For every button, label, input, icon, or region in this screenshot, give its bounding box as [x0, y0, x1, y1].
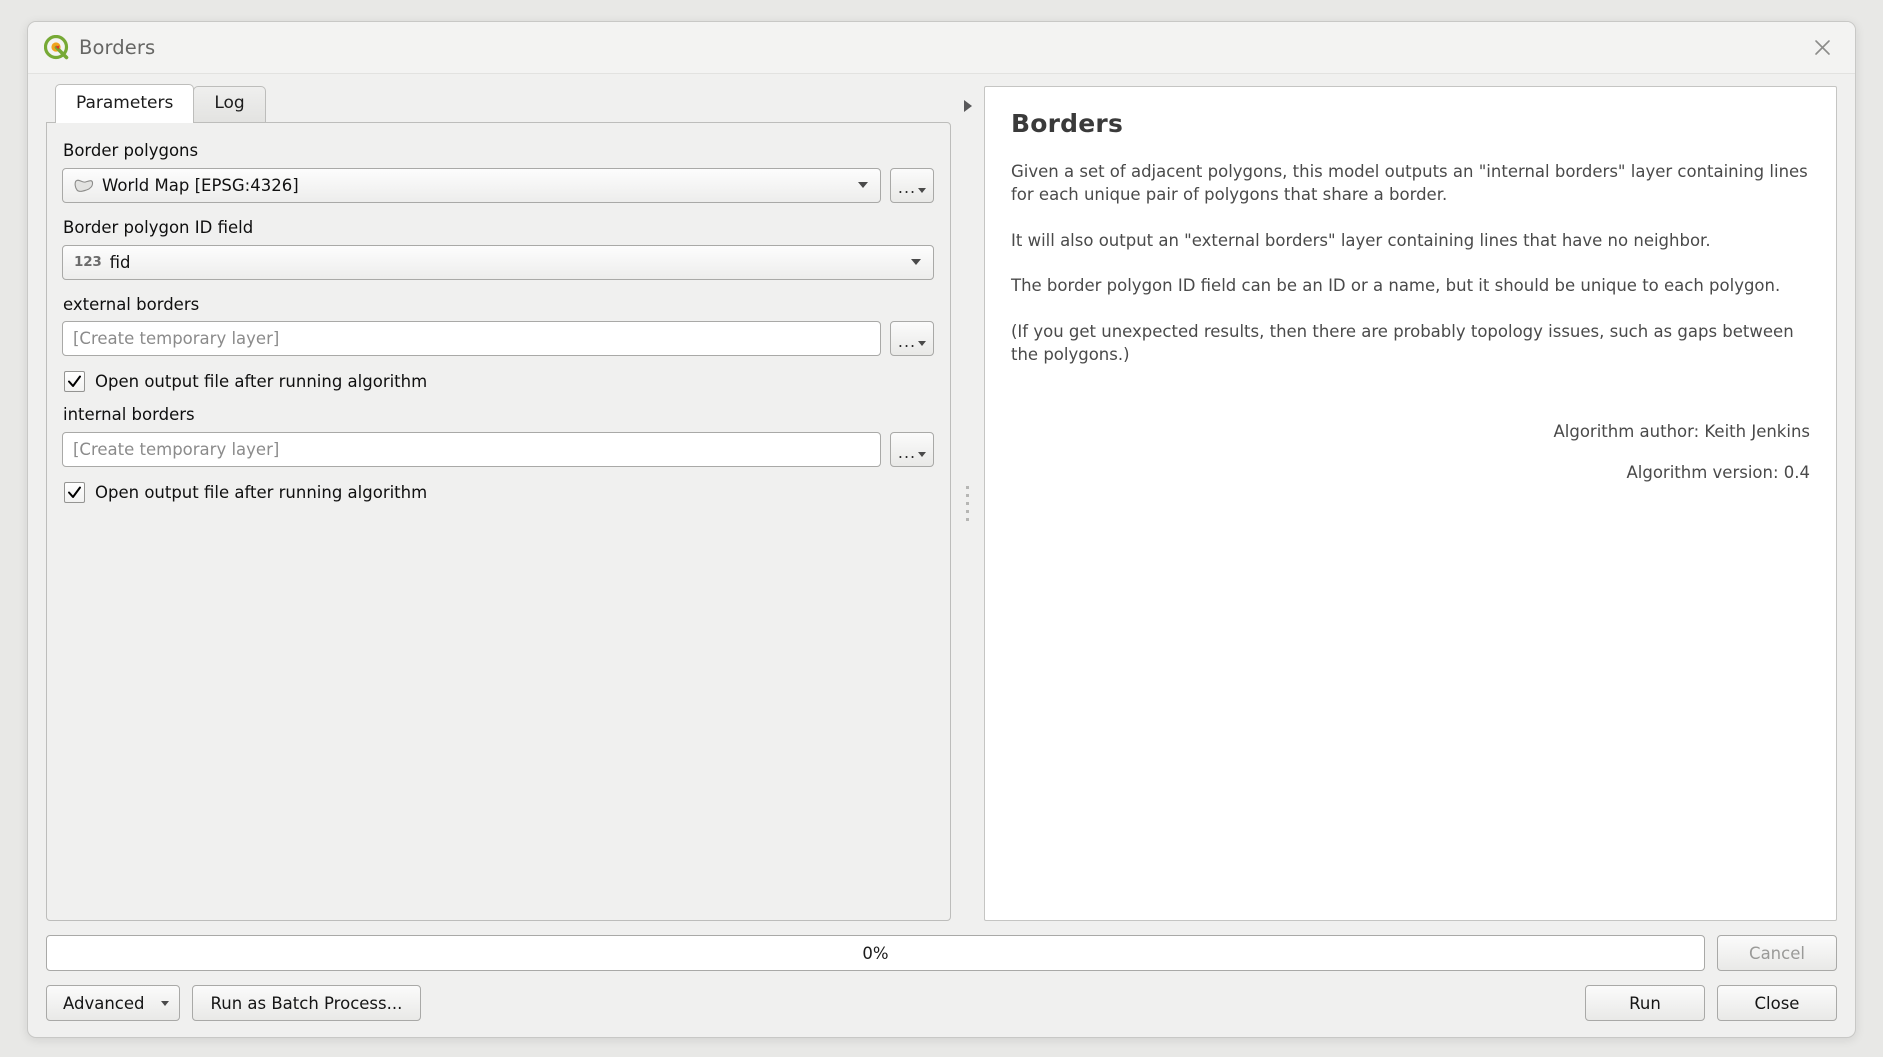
internal-borders-placeholder: [Create temporary layer] — [73, 440, 280, 460]
close-icon[interactable] — [1807, 33, 1837, 63]
cancel-button[interactable]: Cancel — [1717, 935, 1837, 971]
border-polygons-combo[interactable]: World Map [EPSG:4326] — [62, 167, 881, 203]
help-paragraph: The border polygon ID field can be an ID… — [1011, 276, 1781, 296]
label-internal-borders: internal borders — [63, 405, 195, 425]
splitter-grip[interactable] — [966, 486, 969, 521]
internal-borders-browse-button[interactable]: ... — [890, 432, 934, 468]
border-polygons-browse-label: ... — [897, 178, 917, 198]
help-paragraph: Given a set of adjacent polygons, this m… — [1011, 162, 1808, 205]
help-panel: Borders Given a set of adjacent polygons… — [984, 86, 1837, 921]
polygon-layer-icon — [74, 178, 94, 193]
label-external-borders: external borders — [63, 294, 200, 314]
chevron-down-icon — [160, 1000, 169, 1006]
internal-borders-open-output-row[interactable]: Open output file after running algorithm — [64, 482, 934, 504]
border-polygons-value: World Map [EPSG:4326] — [102, 175, 299, 195]
run-button[interactable]: Run — [1585, 985, 1705, 1021]
tab-parameters-label: Parameters — [76, 93, 174, 114]
parameters-panel: Border polygons World Map [EPSG:4326] ..… — [46, 122, 951, 921]
panel-splitter[interactable] — [951, 86, 984, 921]
progress-row: 0% Cancel — [46, 935, 1837, 971]
numeric-field-type-icon: 123 — [74, 254, 102, 271]
dialog-footer: 0% Cancel Advanced Run as Batch Process.… — [28, 921, 1855, 1037]
chevron-down-icon — [918, 341, 927, 347]
row-border-polygons: World Map [EPSG:4326] ... — [62, 167, 934, 203]
algorithm-version: Algorithm version: 0.4 — [1626, 462, 1810, 482]
external-borders-open-output-checkbox[interactable] — [64, 371, 85, 393]
external-borders-open-output-row[interactable]: Open output file after running algorithm — [64, 371, 934, 393]
label-border-polygons: Border polygons — [63, 141, 199, 160]
help-paragraph: It will also output an "external borders… — [1011, 230, 1711, 250]
border-polygon-id-field-value: fid — [109, 252, 131, 272]
tab-log-label: Log — [214, 93, 245, 114]
chevron-down-icon — [918, 452, 927, 458]
run-as-batch-process-button[interactable]: Run as Batch Process... — [191, 985, 422, 1021]
border-polygons-browse-button[interactable]: ... — [890, 167, 934, 203]
checkmark-icon — [68, 375, 81, 388]
internal-borders-browse-label: ... — [897, 442, 917, 462]
run-button-label: Run — [1629, 993, 1661, 1013]
run-as-batch-process-label: Run as Batch Process... — [210, 993, 403, 1013]
chevron-down-icon[interactable] — [850, 169, 876, 202]
border-polygon-id-field-combo[interactable]: 123 fid — [62, 244, 934, 280]
action-buttons-row: Advanced Run as Batch Process... Run Clo… — [46, 985, 1837, 1021]
processing-algorithm-dialog: Borders Parameters Log Border polygons W… — [27, 21, 1856, 1038]
external-borders-browse-button[interactable]: ... — [890, 321, 934, 357]
row-internal-borders: [Create temporary layer] ... — [62, 432, 934, 468]
algorithm-author: Algorithm author: Keith Jenkins — [1553, 421, 1810, 441]
progress-text: 0% — [862, 943, 889, 963]
internal-borders-open-output-checkbox[interactable] — [64, 482, 85, 504]
internal-borders-input[interactable]: [Create temporary layer] — [62, 432, 881, 468]
help-paragraph: (If you get unexpected results, then the… — [1011, 321, 1794, 365]
help-metadata: Algorithm author: Keith Jenkins Algorith… — [1011, 422, 1810, 482]
row-border-polygon-id-field: 123 fid — [62, 244, 934, 280]
advanced-button[interactable]: Advanced — [46, 985, 180, 1021]
label-border-polygon-id-field: Border polygon ID field — [63, 217, 254, 237]
dialog-body: Parameters Log Border polygons World Map… — [28, 74, 1855, 921]
window-title: Borders — [79, 36, 156, 59]
tab-parameters[interactable]: Parameters — [55, 84, 195, 123]
cancel-button-label: Cancel — [1749, 943, 1805, 963]
row-external-borders: [Create temporary layer] ... — [62, 321, 934, 357]
tab-strip: Parameters Log — [46, 84, 951, 123]
internal-borders-open-output-label: Open output file after running algorithm — [95, 483, 428, 503]
close-button[interactable]: Close — [1717, 985, 1837, 1021]
progress-bar: 0% — [46, 935, 1705, 971]
qgis-icon — [43, 34, 70, 61]
close-button-label: Close — [1754, 993, 1800, 1013]
external-borders-browse-label: ... — [897, 331, 917, 351]
external-borders-placeholder: [Create temporary layer] — [73, 329, 280, 349]
advanced-button-label: Advanced — [63, 993, 145, 1013]
chevron-down-icon — [918, 187, 927, 193]
chevron-down-icon[interactable] — [903, 246, 929, 279]
collapse-panel-arrow-icon[interactable] — [962, 98, 974, 117]
tab-log[interactable]: Log — [193, 86, 266, 122]
title-bar: Borders — [28, 22, 1855, 74]
left-pane: Parameters Log Border polygons World Map… — [46, 84, 951, 921]
external-borders-open-output-label: Open output file after running algorithm — [95, 372, 428, 392]
checkmark-icon — [68, 486, 81, 499]
external-borders-input[interactable]: [Create temporary layer] — [62, 321, 881, 357]
help-title: Borders — [1011, 109, 1124, 138]
